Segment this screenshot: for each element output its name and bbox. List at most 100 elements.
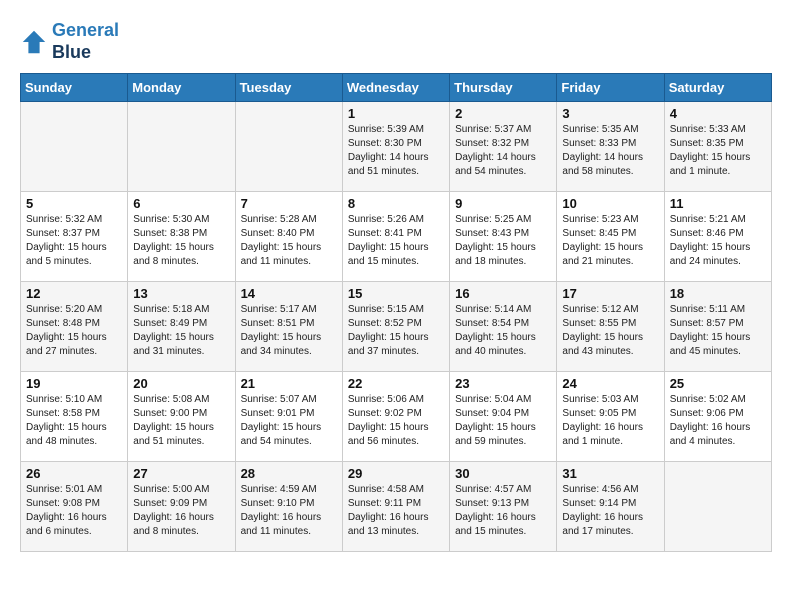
weekday-header-saturday: Saturday	[664, 74, 771, 102]
weekday-header-tuesday: Tuesday	[235, 74, 342, 102]
day-number: 8	[348, 196, 444, 211]
day-number: 21	[241, 376, 337, 391]
day-info: Sunrise: 5:30 AM Sunset: 8:38 PM Dayligh…	[133, 213, 229, 269]
day-info: Sunrise: 5:18 AM Sunset: 8:49 PM Dayligh…	[133, 303, 229, 359]
logo-icon	[20, 28, 48, 56]
day-info: Sunrise: 5:33 AM Sunset: 8:35 PM Dayligh…	[670, 123, 766, 179]
day-number: 23	[455, 376, 551, 391]
calendar-cell: 24 Sunrise: 5:03 AM Sunset: 9:05 PM Dayli…	[557, 372, 664, 462]
day-info: Sunrise: 4:57 AM Sunset: 9:13 PM Dayligh…	[455, 483, 551, 539]
calendar-cell: 14Sunrise: 5:17 AM Sunset: 8:51 PM Dayli…	[235, 282, 342, 372]
day-number: 7	[241, 196, 337, 211]
week-row-2: 5 Sunrise: 5:32 AM Sunset: 8:37 PM Daylig…	[21, 192, 772, 282]
day-info: Sunrise: 5:32 AM Sunset: 8:37 PM Dayligh…	[26, 213, 122, 269]
calendar-cell: 20 Sunrise: 5:08 AM Sunset: 9:00 PM Dayli…	[128, 372, 235, 462]
calendar-cell: 15 Sunrise: 5:15 AM Sunset: 8:52 PM Dayli…	[342, 282, 449, 372]
day-info: Sunrise: 5:07 AM Sunset: 9:01 PM Dayligh…	[241, 393, 337, 449]
day-info: Sunrise: 5:35 AM Sunset: 8:33 PM Dayligh…	[562, 123, 658, 179]
logo-text: General Blue	[52, 20, 119, 63]
calendar-cell: 10Sunrise: 5:23 AM Sunset: 8:45 PM Dayli…	[557, 192, 664, 282]
day-number: 11	[670, 196, 766, 211]
day-info: Sunrise: 4:59 AM Sunset: 9:10 PM Dayligh…	[241, 483, 337, 539]
calendar-cell: 13 Sunrise: 5:18 AM Sunset: 8:49 PM Dayli…	[128, 282, 235, 372]
calendar-cell	[21, 102, 128, 192]
day-number: 2	[455, 106, 551, 121]
calendar-cell: 8 Sunrise: 5:26 AM Sunset: 8:41 PM Daylig…	[342, 192, 449, 282]
calendar-cell	[128, 102, 235, 192]
day-number: 19	[26, 376, 122, 391]
calendar-cell	[664, 462, 771, 552]
weekday-header-thursday: Thursday	[450, 74, 557, 102]
calendar-cell: 7 Sunrise: 5:28 AM Sunset: 8:40 PM Daylig…	[235, 192, 342, 282]
day-number: 16	[455, 286, 551, 301]
logo: General Blue	[20, 20, 119, 63]
day-info: Sunrise: 5:21 AM Sunset: 8:46 PM Dayligh…	[670, 213, 766, 269]
week-row-3: 12Sunrise: 5:20 AM Sunset: 8:48 PM Dayli…	[21, 282, 772, 372]
day-number: 9	[455, 196, 551, 211]
day-info: Sunrise: 4:58 AM Sunset: 9:11 PM Dayligh…	[348, 483, 444, 539]
calendar-cell: 17 Sunrise: 5:12 AM Sunset: 8:55 PM Dayli…	[557, 282, 664, 372]
day-info: Sunrise: 5:23 AM Sunset: 8:45 PM Dayligh…	[562, 213, 658, 269]
week-row-5: 26 Sunrise: 5:01 AM Sunset: 9:08 PM Dayli…	[21, 462, 772, 552]
day-number: 13	[133, 286, 229, 301]
day-info: Sunrise: 5:14 AM Sunset: 8:54 PM Dayligh…	[455, 303, 551, 359]
day-number: 26	[26, 466, 122, 481]
calendar-cell: 28 Sunrise: 4:59 AM Sunset: 9:10 PM Dayli…	[235, 462, 342, 552]
calendar-cell: 25 Sunrise: 5:02 AM Sunset: 9:06 PM Dayli…	[664, 372, 771, 462]
day-info: Sunrise: 5:01 AM Sunset: 9:08 PM Dayligh…	[26, 483, 122, 539]
day-number: 18	[670, 286, 766, 301]
day-info: Sunrise: 5:20 AM Sunset: 8:48 PM Dayligh…	[26, 303, 122, 359]
calendar-cell: 26 Sunrise: 5:01 AM Sunset: 9:08 PM Dayli…	[21, 462, 128, 552]
day-number: 17	[562, 286, 658, 301]
day-number: 25	[670, 376, 766, 391]
day-info: Sunrise: 5:39 AM Sunset: 8:30 PM Dayligh…	[348, 123, 444, 179]
calendar-cell: 16 Sunrise: 5:14 AM Sunset: 8:54 PM Dayli…	[450, 282, 557, 372]
day-number: 24	[562, 376, 658, 391]
day-info: Sunrise: 5:04 AM Sunset: 9:04 PM Dayligh…	[455, 393, 551, 449]
day-info: Sunrise: 5:28 AM Sunset: 8:40 PM Dayligh…	[241, 213, 337, 269]
calendar-cell: 12Sunrise: 5:20 AM Sunset: 8:48 PM Dayli…	[21, 282, 128, 372]
calendar-cell: 6 Sunrise: 5:30 AM Sunset: 8:38 PM Daylig…	[128, 192, 235, 282]
day-number: 27	[133, 466, 229, 481]
calendar-cell: 22Sunrise: 5:06 AM Sunset: 9:02 PM Dayli…	[342, 372, 449, 462]
day-info: Sunrise: 5:15 AM Sunset: 8:52 PM Dayligh…	[348, 303, 444, 359]
day-number: 29	[348, 466, 444, 481]
calendar-cell: 11 Sunrise: 5:21 AM Sunset: 8:46 PM Dayli…	[664, 192, 771, 282]
calendar-cell: 4 Sunrise: 5:33 AM Sunset: 8:35 PM Daylig…	[664, 102, 771, 192]
calendar-cell	[235, 102, 342, 192]
calendar-cell: 2 Sunrise: 5:37 AM Sunset: 8:32 PM Daylig…	[450, 102, 557, 192]
calendar-cell: 5 Sunrise: 5:32 AM Sunset: 8:37 PM Daylig…	[21, 192, 128, 282]
day-number: 1	[348, 106, 444, 121]
day-number: 31	[562, 466, 658, 481]
day-info: Sunrise: 5:12 AM Sunset: 8:55 PM Dayligh…	[562, 303, 658, 359]
day-info: Sunrise: 5:26 AM Sunset: 8:41 PM Dayligh…	[348, 213, 444, 269]
calendar-table: SundayMondayTuesdayWednesdayThursdayFrid…	[20, 73, 772, 552]
calendar-cell: 29 Sunrise: 4:58 AM Sunset: 9:11 PM Dayli…	[342, 462, 449, 552]
day-number: 4	[670, 106, 766, 121]
calendar-cell: 30 Sunrise: 4:57 AM Sunset: 9:13 PM Dayli…	[450, 462, 557, 552]
day-info: Sunrise: 5:37 AM Sunset: 8:32 PM Dayligh…	[455, 123, 551, 179]
day-number: 15	[348, 286, 444, 301]
calendar-cell: 18 Sunrise: 5:11 AM Sunset: 8:57 PM Dayli…	[664, 282, 771, 372]
day-number: 28	[241, 466, 337, 481]
day-info: Sunrise: 5:03 AM Sunset: 9:05 PM Dayligh…	[562, 393, 658, 449]
calendar-cell: 1 Sunrise: 5:39 AM Sunset: 8:30 PM Daylig…	[342, 102, 449, 192]
week-row-1: 1 Sunrise: 5:39 AM Sunset: 8:30 PM Daylig…	[21, 102, 772, 192]
calendar-cell: 31Sunrise: 4:56 AM Sunset: 9:14 PM Dayli…	[557, 462, 664, 552]
day-number: 5	[26, 196, 122, 211]
day-info: Sunrise: 5:11 AM Sunset: 8:57 PM Dayligh…	[670, 303, 766, 359]
day-number: 20	[133, 376, 229, 391]
day-info: Sunrise: 5:17 AM Sunset: 8:51 PM Dayligh…	[241, 303, 337, 359]
day-number: 6	[133, 196, 229, 211]
weekday-header-wednesday: Wednesday	[342, 74, 449, 102]
day-number: 30	[455, 466, 551, 481]
day-info: Sunrise: 5:08 AM Sunset: 9:00 PM Dayligh…	[133, 393, 229, 449]
weekday-header-sunday: Sunday	[21, 74, 128, 102]
page-header: General Blue	[20, 20, 772, 63]
weekday-header-monday: Monday	[128, 74, 235, 102]
weekday-header-friday: Friday	[557, 74, 664, 102]
day-info: Sunrise: 5:02 AM Sunset: 9:06 PM Dayligh…	[670, 393, 766, 449]
day-info: Sunrise: 5:00 AM Sunset: 9:09 PM Dayligh…	[133, 483, 229, 539]
calendar-cell: 27 Sunrise: 5:00 AM Sunset: 9:09 PM Dayli…	[128, 462, 235, 552]
day-info: Sunrise: 5:06 AM Sunset: 9:02 PM Dayligh…	[348, 393, 444, 449]
